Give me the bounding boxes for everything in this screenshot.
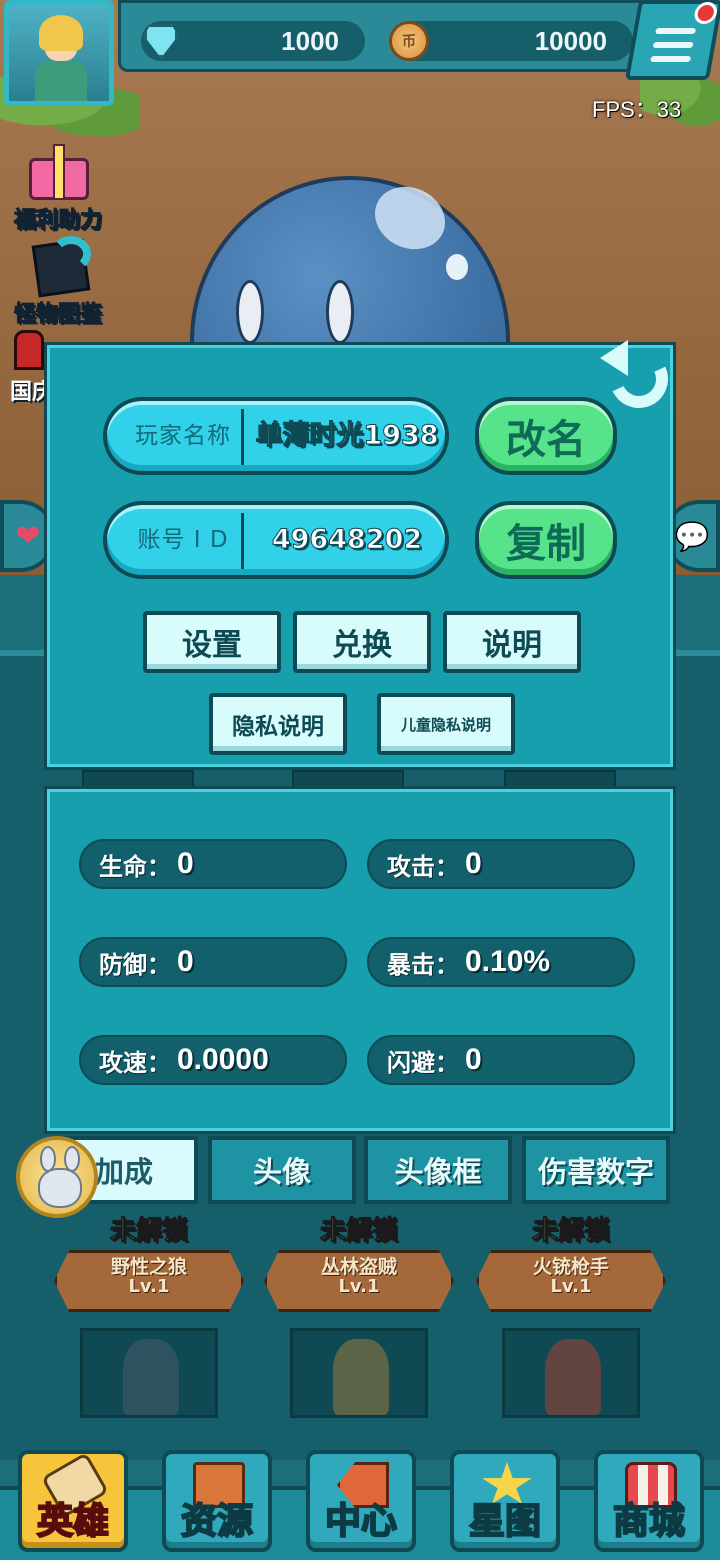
nav-shop[interactable]: 商城: [594, 1450, 704, 1552]
coin-icon: 币: [385, 17, 433, 65]
diamond-icon: [137, 17, 185, 65]
hero-card[interactable]: 未解锁 野性之狼 Lv.1: [54, 1210, 244, 1430]
hero-lock-status: 未解锁: [531, 1216, 610, 1247]
stat-hp: 生命： 0: [79, 839, 347, 889]
copy-button[interactable]: 复制: [475, 501, 617, 579]
coin-counter[interactable]: 币 10000: [389, 21, 633, 61]
notification-dot: [692, 2, 719, 24]
nav-label: 英雄: [36, 1500, 110, 1543]
stat-dodge: 闪避： 0: [367, 1035, 635, 1085]
diamond-counter[interactable]: 1000: [141, 21, 365, 61]
stat-label: 攻击：: [387, 852, 459, 881]
hero-card[interactable]: 未解锁 丛林盗贼 Lv.1: [264, 1210, 454, 1430]
stat-value: 0.10%: [465, 945, 551, 978]
menu-icon: [650, 56, 692, 62]
event-icon[interactable]: [14, 330, 44, 370]
monster-book-icon: [21, 232, 95, 298]
stat-value: 0: [465, 1043, 482, 1076]
hero-name: 火铳枪手: [532, 1256, 609, 1278]
stat-value: 0: [177, 945, 194, 978]
nav-center[interactable]: 中心: [306, 1450, 416, 1552]
nav-label: 资源: [180, 1500, 254, 1543]
player-name-value: 单薄时光1938: [255, 420, 439, 452]
slime-highlight: [446, 254, 468, 280]
stat-value: 0: [465, 847, 482, 880]
account-id-field: 账号 I D 49648202: [103, 501, 449, 579]
redeem-button[interactable]: 兑换: [293, 611, 431, 673]
hero-level: Lv.1: [128, 1276, 170, 1297]
welfare-button[interactable]: 福利助力: [8, 138, 108, 234]
monster-book-label: 怪物图鉴: [13, 302, 102, 328]
player-name-label: 玩家名称: [135, 423, 231, 449]
stat-attack-speed: 攻速： 0.0000: [79, 1035, 347, 1085]
diamond-amount: 1000: [281, 26, 339, 56]
player-name-field: 玩家名称 单薄时光1938: [103, 397, 449, 475]
child-privacy-policy-button[interactable]: 儿童隐私说明: [377, 693, 515, 755]
stat-label: 生命：: [99, 852, 171, 881]
welfare-label: 福利助力: [13, 208, 102, 234]
nav-heroes[interactable]: 英雄: [18, 1450, 128, 1552]
account-id-label: 账号 I D: [137, 527, 229, 553]
settings-button[interactable]: 设置: [143, 611, 281, 673]
instructions-button[interactable]: 说明: [443, 611, 581, 673]
fps-counter: FPS：33: [592, 97, 682, 122]
nav-label: 商城: [612, 1500, 686, 1543]
menu-icon: [652, 42, 694, 48]
hero-level: Lv.1: [338, 1276, 380, 1297]
hero-name: 丛林盗贼: [320, 1256, 397, 1278]
stats-panel: 生命： 0 攻击： 0 防御： 0 暴击： 0.10% 攻速： 0.0000 闪…: [44, 786, 676, 1134]
privacy-policy-button[interactable]: 隐私说明: [209, 693, 347, 755]
hero-lock-status: 未解锁: [319, 1216, 398, 1247]
nav-star-map[interactable]: 星图: [450, 1450, 560, 1552]
back-button[interactable]: [596, 336, 680, 417]
stat-attack: 攻击： 0: [367, 839, 635, 889]
field-divider: [241, 409, 244, 465]
tab-avatar[interactable]: 头像: [208, 1136, 356, 1204]
nav-label: 中心: [324, 1500, 398, 1543]
stat-value: 0: [177, 847, 194, 880]
slime-eye: [326, 280, 354, 344]
hero-card[interactable]: 未解锁 火铳枪手 Lv.1: [476, 1210, 666, 1430]
player-avatar[interactable]: [4, 0, 114, 106]
stat-crit: 暴击： 0.10%: [367, 937, 635, 987]
gift-icon: [21, 138, 95, 202]
profile-panel: 玩家名称 单薄时光1938 改名 账号 I D 49648202 复制 设置 兑…: [44, 342, 676, 770]
hero-level: Lv.1: [550, 1276, 592, 1297]
nav-resources[interactable]: 资源: [162, 1450, 272, 1552]
stat-defense: 防御： 0: [79, 937, 347, 987]
avatar-body: [35, 61, 87, 101]
stat-label: 闪避：: [387, 1048, 459, 1077]
pet-assistant-icon[interactable]: [16, 1136, 98, 1218]
slime-eye: [236, 280, 264, 344]
hero-portrait: [290, 1328, 428, 1418]
hero-lock-status: 未解锁: [109, 1216, 188, 1247]
stat-value: 0.0000: [177, 1043, 269, 1076]
stat-label: 防御：: [99, 950, 171, 979]
nav-label: 星图: [468, 1500, 542, 1543]
field-divider: [241, 513, 244, 569]
stat-label: 暴击：: [387, 950, 459, 979]
tab-avatar-frame[interactable]: 头像框: [364, 1136, 512, 1204]
account-id-value: 49648202: [271, 524, 423, 556]
coin-amount: 10000: [534, 26, 607, 56]
hero-name: 野性之狼: [110, 1256, 187, 1278]
hero-portrait: [502, 1328, 640, 1418]
avatar-hair: [39, 15, 83, 51]
menu-icon: [655, 28, 697, 34]
tab-damage-numbers[interactable]: 伤害数字: [522, 1136, 670, 1204]
hero-portrait: [80, 1328, 218, 1418]
stat-label: 攻速：: [99, 1048, 171, 1077]
resource-bar: 1000 币 10000: [118, 0, 658, 72]
monster-book-button[interactable]: 怪物图鉴: [8, 232, 108, 328]
menu-button[interactable]: [624, 0, 720, 80]
